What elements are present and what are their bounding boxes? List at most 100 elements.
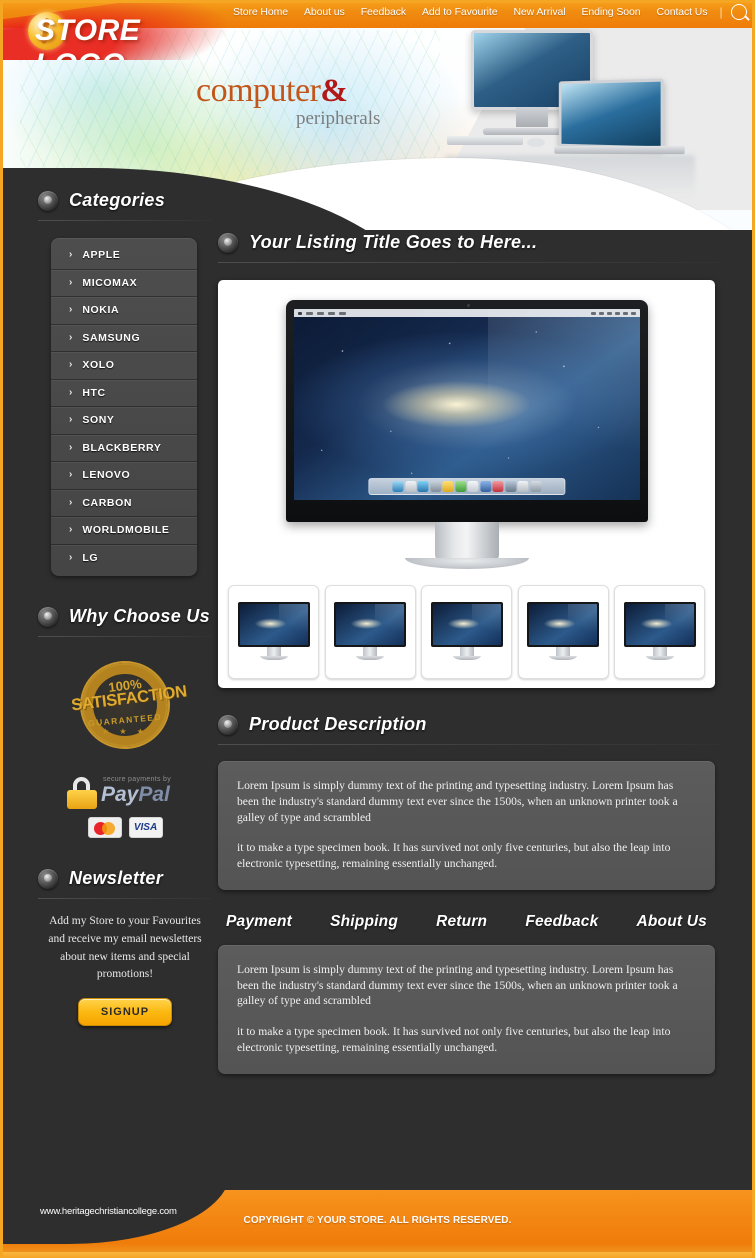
monitor-stand-neck <box>435 522 499 560</box>
chevron-right-icon: › <box>69 524 73 536</box>
sidebar-item-carbon[interactable]: › CARBON <box>51 490 197 517</box>
sidebar-item-nokia[interactable]: › NOKIA <box>51 297 197 325</box>
nav-item-feedback[interactable]: Feedback <box>353 4 414 20</box>
monitor-screen <box>294 309 640 500</box>
badge-stars-icon: ★ ★ ★ <box>102 727 148 736</box>
main-content: Your Listing Title Goes to Here... Produ… <box>218 232 718 1074</box>
banner-ampersand: & <box>320 73 348 109</box>
categories-title: Categories <box>69 190 166 210</box>
dock-icon <box>442 481 454 492</box>
dock-icon <box>430 481 442 492</box>
tab-payment[interactable]: Payment <box>226 913 292 931</box>
monitor-bezel <box>286 300 648 522</box>
tab-feedback[interactable]: Feedback <box>525 913 598 931</box>
desktop-menubar <box>294 309 640 317</box>
thumbnail-4[interactable] <box>517 585 609 679</box>
bullet-disc-icon <box>38 606 58 627</box>
thumbnail-5[interactable] <box>614 585 705 679</box>
product-main-image[interactable] <box>286 300 648 569</box>
thumbnail-1[interactable] <box>228 585 319 679</box>
thumbnail-image <box>527 602 599 662</box>
bullet-disc-icon <box>38 868 58 889</box>
sidebar-item-xolo[interactable]: › XOLO <box>51 352 197 380</box>
site-logo[interactable]: STORE LOGO <box>0 0 230 60</box>
mouse-image <box>527 138 545 147</box>
sidebar-item-micomax[interactable]: › MICOMAX <box>51 270 197 297</box>
thumb-neck <box>556 647 570 656</box>
tab-content-panel: Lorem Ipsum is simply dummy text of the … <box>218 944 715 1074</box>
category-label: WORLDMOBILE <box>82 524 170 537</box>
sidebar-item-htc[interactable]: › HTC <box>51 380 197 407</box>
category-label: APPLE <box>82 249 121 262</box>
newsletter-section: Newsletter Add my Store to your Favourit… <box>38 868 212 1027</box>
dock-icon <box>417 481 429 492</box>
mastercard-icon <box>87 817 122 838</box>
banner-headline-text: computer <box>196 72 321 109</box>
chevron-right-icon: › <box>69 552 73 564</box>
tab-return[interactable]: Return <box>436 913 487 931</box>
nav-item-contact-us[interactable]: Contact Us <box>649 4 716 20</box>
thumb-bezel <box>334 602 406 647</box>
nav-item-add-to-favourite[interactable]: Add to Favourite <box>414 4 505 20</box>
newsletter-heading: Newsletter <box>38 868 212 889</box>
nav-item-about-us[interactable]: About us <box>296 4 353 20</box>
thumbnail-image <box>334 602 406 662</box>
chevron-right-icon: › <box>69 276 73 288</box>
dock-icon <box>517 481 529 492</box>
description-paragraph-2: it to make a type specimen book. It has … <box>237 841 671 871</box>
chevron-right-icon: › <box>69 331 73 343</box>
sidebar-item-lenovo[interactable]: › LENOVO <box>51 462 197 490</box>
lock-body <box>67 790 97 809</box>
sidebar-item-lg[interactable]: › LG <box>51 545 197 573</box>
heading-divider <box>38 220 212 221</box>
thumb-foot <box>356 656 384 660</box>
main-navigation: Store Home About us Feedback Add to Favo… <box>225 4 747 20</box>
thumb-neck <box>363 647 377 656</box>
chevron-right-icon: › <box>69 469 73 481</box>
footer-website-url[interactable]: www.heritagechristiancollege.com <box>40 1206 177 1217</box>
dock-icon <box>505 481 517 492</box>
chevron-right-icon: › <box>69 496 73 508</box>
sidebar-item-apple[interactable]: › APPLE <box>51 242 197 270</box>
tab-about-us[interactable]: About Us <box>637 913 707 931</box>
search-icon[interactable] <box>730 4 747 20</box>
sidebar-item-blackberry[interactable]: › BLACKBERRY <box>51 435 197 462</box>
thumb-neck <box>652 647 667 656</box>
thumb-screen <box>529 604 597 645</box>
thumbnail-2[interactable] <box>324 585 416 679</box>
signup-button[interactable]: SIGNUP <box>77 998 173 1027</box>
nav-item-new-arrival[interactable]: New Arrival <box>505 4 573 20</box>
thumb-foot <box>549 656 577 660</box>
thumb-foot <box>452 656 481 660</box>
macbook-screen-image <box>558 78 664 150</box>
thumbnail-3[interactable] <box>421 585 512 679</box>
thumbnail-strip <box>228 585 705 679</box>
thumb-foot <box>645 656 674 660</box>
product-description-panel: Lorem Ipsum is simply dummy text of the … <box>218 761 715 890</box>
logo-text: STORE LOGO <box>35 14 141 60</box>
page-title: Your Listing Title Goes to Here... <box>249 232 538 252</box>
thumb-screen <box>432 604 501 645</box>
thumb-screen <box>625 604 694 645</box>
webcam-icon <box>467 304 470 307</box>
chevron-right-icon: › <box>69 386 73 398</box>
sidebar-item-samsung[interactable]: › SAMSUNG <box>51 325 197 352</box>
sidebar-item-sony[interactable]: › SONY <box>51 407 197 435</box>
chevron-right-icon: › <box>69 441 73 453</box>
banner-headline: computer& <box>196 72 348 110</box>
credit-card-logos: VISA <box>87 817 163 838</box>
sidebar-item-worldmobile[interactable]: › WORLDMOBILE <box>51 517 197 545</box>
tab-shipping[interactable]: Shipping <box>330 913 398 931</box>
nav-item-store-home[interactable]: Store Home <box>225 4 296 20</box>
dock-icon <box>530 481 542 492</box>
thumb-bezel <box>430 602 503 647</box>
dock-icon <box>467 481 479 492</box>
category-label: CARBON <box>82 496 133 509</box>
dock-icon <box>405 481 417 492</box>
category-label: NOKIA <box>82 304 120 317</box>
why-choose-us-section: Why Choose Us 100% SATISFACTION GUARANTE… <box>38 606 212 838</box>
menubar-right-items <box>591 311 636 315</box>
product-description-section: Product Description <box>218 714 718 745</box>
dock-icon <box>455 481 467 492</box>
nav-item-ending-soon[interactable]: Ending Soon <box>573 4 648 20</box>
